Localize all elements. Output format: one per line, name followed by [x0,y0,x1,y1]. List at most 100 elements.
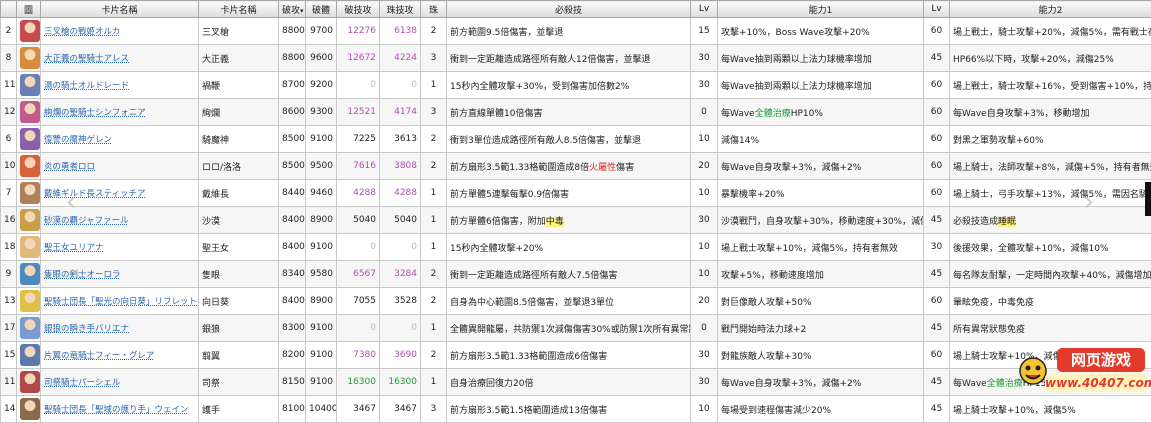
table-row[interactable]: 13聖騎士団長「聖光の向日葵」リフレット向日葵84008900705535282… [1,288,1151,315]
card-name-link[interactable]: 聖騎士団長「聖域の護り手」ウェイン [44,405,189,415]
header-hp[interactable]: 破體 [306,1,337,18]
card-avatar-icon[interactable] [20,290,40,312]
card-avatar-icon[interactable] [20,317,40,339]
cell-lv2: 45 [924,315,950,342]
cell-orb: 2 [421,153,447,180]
header-orb[interactable]: 珠 [421,1,447,18]
site-watermark: 网页游戏 www.40407.com [1017,348,1147,398]
header-orb-atk[interactable]: 珠技攻 [380,1,421,18]
card-avatar-icon[interactable] [20,74,40,96]
cell-ability2: 場上戰士，騎士攻擊+20%，減傷5%，需有戰士在場 [950,18,1151,45]
card-avatar-icon[interactable] [20,344,40,366]
table-row[interactable]: 16砂漠の覇ジャファール沙漠84008900504050401前方單體6倍傷害，… [1,207,1151,234]
header-ability1[interactable]: 能力1 [718,1,924,18]
cell-atk-skill: 4288 [337,180,380,207]
cell-fullname: 銀狼の瞬き手バリエナ [41,315,199,342]
cell-no: 10 [1,153,17,180]
card-avatar-icon[interactable] [20,128,40,150]
cell-lv1: 10 [691,396,718,423]
cell-lv1: 30 [691,207,718,234]
card-avatar-icon[interactable] [20,398,40,420]
card-name-link[interactable]: 絢爛の聖騎士シンフォニア [44,108,146,118]
next-arrow-icon[interactable]: › [1080,188,1098,216]
cell-shortname: 禍鞭 [199,72,279,99]
header-atk[interactable]: 破攻▾ [279,1,306,18]
card-name-link[interactable]: 隻眼の剣士オーロラ [44,270,121,280]
card-avatar-icon[interactable] [20,101,40,123]
cell-lv1: 10 [691,180,718,207]
cell-orb-atk: 4288 [380,180,421,207]
table-row[interactable]: 15片翼の竜騎士フィー・グレア翦翼82009100738036902前方扇形3.… [1,342,1151,369]
cell-atk: 8440 [279,180,306,207]
header-ability2[interactable]: 能力2 [950,1,1151,18]
cell-atk: 8200 [279,342,306,369]
cell-atk-skill: 7380 [337,342,380,369]
table-row[interactable]: 10炎の勇者ロロロロ/洛洛85009500761638082前方扇形3.5範1.… [1,153,1151,180]
table-row[interactable]: 11司祭騎士パーシェル司祭8150910016300163001自身治療回復力2… [1,369,1151,396]
card-avatar-icon[interactable] [20,209,40,231]
cell-skill: 前方單體6倍傷害，附加中毒 [447,207,691,234]
cell-ability2: 場上戰士，騎士攻擊+16%，受到傷害+10%，持有者無效 [950,72,1151,99]
cell-atk-skill: 3467 [337,396,380,423]
edge-scroll-handle[interactable] [1145,182,1151,216]
cell-hp: 9100 [306,126,337,153]
card-avatar-icon[interactable] [20,20,40,42]
cell-atk: 8800 [279,18,306,45]
cell-no: 8 [1,45,17,72]
card-name-link[interactable]: 炎の勇者ロロ [44,162,95,172]
card-avatar-icon[interactable] [20,236,40,258]
header-fullname[interactable]: 卡片名稱 [41,1,199,18]
card-name-link[interactable]: 銀狼の瞬き手バリエナ [44,324,129,334]
card-avatar-icon[interactable] [20,263,40,285]
cell-hp: 9100 [306,369,337,396]
card-name-link[interactable]: 湯の騎士オルドレード [44,81,129,91]
table-row[interactable]: 2三叉槍の戰姬オルカ三叉槍880097001227661382前方範圍9.5倍傷… [1,18,1151,45]
header-image[interactable]: 圖 [17,1,41,18]
cell-lv2: 45 [924,45,950,72]
cell-hp: 9600 [306,45,337,72]
cell-orb-atk: 3808 [380,153,421,180]
cell-lv2: 60 [924,18,950,45]
prev-arrow-icon[interactable]: ‹ [62,188,80,216]
table-row[interactable]: 6復讐の魔神ゲレン騎魔神85009100722536132衝到3單位造成路徑所有… [1,126,1151,153]
cell-atk-skill: 12521 [337,99,380,126]
card-name-link[interactable]: 戴維ギルド長スティッチア [44,189,146,199]
table-row[interactable]: 11湯の騎士オルドレード禍鞭8700920000115秒內全體攻擊+30%，受到… [1,72,1151,99]
table-row[interactable]: 7戴維ギルド長スティッチア戴維長84409460428842881前方單體5連擊… [1,180,1151,207]
cell-atk: 8500 [279,153,306,180]
header-no[interactable] [1,1,17,18]
card-name-link[interactable]: 片翼の竜騎士フィー・グレア [44,351,154,361]
cell-shortname: 隻眼 [199,261,279,288]
table-row[interactable]: 14聖騎士団長「聖域の護り手」ウェイン護手810010400346734673前… [1,396,1151,423]
cell-no: 11 [1,369,17,396]
table-row[interactable]: 9隻眼の剣士オーロラ隻眼83409580656732842衝到一定距離造成路徑所… [1,261,1151,288]
header-skill[interactable]: 必殺技 [447,1,691,18]
cell-lv1: 20 [691,288,718,315]
card-avatar-icon[interactable] [20,371,40,393]
header-lv1[interactable]: Lv [691,1,718,18]
table-row[interactable]: 8大正義の聖騎士アレス大正義880096001267242243衝到一定距離造成… [1,45,1151,72]
cell-skill: 前方範圍9.5倍傷害，並擊退 [447,18,691,45]
cell-ability1: 攻擊+5%，移動速度增加 [718,261,924,288]
card-name-link[interactable]: 砂漠の覇ジャファール [44,216,129,226]
table-row[interactable]: 17銀狼の瞬き手バリエナ銀狼83009100001全體異開龍屬，共防禦1次減傷傷… [1,315,1151,342]
cell-fullname: 大正義の聖騎士アレス [41,45,199,72]
card-name-link[interactable]: 三叉槍の戰姬オルカ [44,27,120,37]
card-name-link[interactable]: 司祭騎士パーシェル [44,378,120,388]
header-atk-skill[interactable]: 破技攻 [337,1,380,18]
card-name-link[interactable]: 聖騎士団長「聖光の向日葵」リフレット [44,297,197,307]
card-name-link[interactable]: 復讐の魔神ゲレン [44,135,112,145]
card-avatar-icon[interactable] [20,155,40,177]
cell-atk: 8100 [279,396,306,423]
card-avatar-icon[interactable] [20,47,40,69]
cell-lv1: 30 [691,72,718,99]
cell-atk-skill: 0 [337,72,380,99]
table-row[interactable]: 18聖王女ユリアナ聖王女8400910000115秒內全體攻擊+20%10場上戰… [1,234,1151,261]
table-row[interactable]: 12絢爛の聖騎士シンフォニア絢爛860093001252141743前方直線單體… [1,99,1151,126]
card-avatar-icon[interactable] [20,182,40,204]
header-shortname[interactable]: 卡片名稱 [199,1,279,18]
cell-skill: 自身為中心範圍8.5倍傷害，並擊退3單位 [447,288,691,315]
card-name-link[interactable]: 聖王女ユリアナ [44,243,103,253]
card-name-link[interactable]: 大正義の聖騎士アレス [44,54,129,64]
header-lv2[interactable]: Lv [924,1,950,18]
